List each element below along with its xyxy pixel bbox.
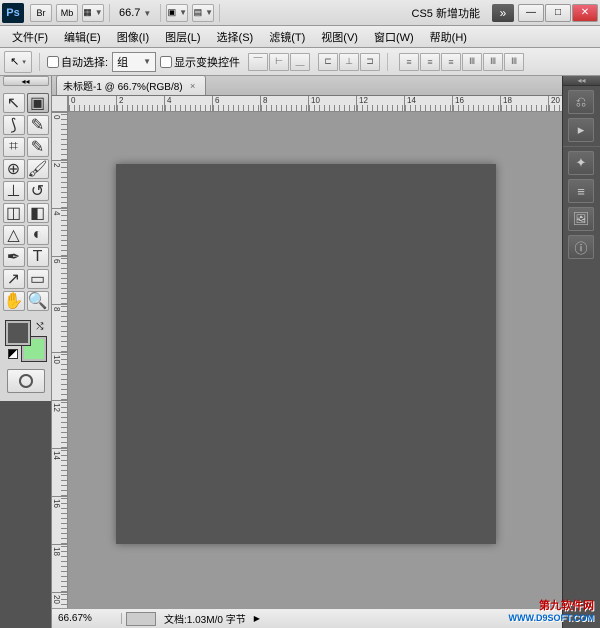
crop-tool[interactable]: ⌗ — [3, 137, 25, 157]
status-bar: 66.67% 文档:1.03M/0 字节 ▶ — [52, 608, 562, 628]
document-area: 未标题-1 @ 66.7%(RGB/8) × 02468101214161820… — [52, 76, 562, 628]
navigator-panel-icon[interactable]: ✦ — [568, 151, 594, 175]
path-select-tool[interactable]: ↗ — [3, 269, 25, 289]
marquee-tool[interactable]: ▣ — [27, 93, 49, 113]
color-panel-icon[interactable]: ⓘ — [568, 235, 594, 259]
document-tab-bar: 未标题-1 @ 66.7%(RGB/8) × — [52, 76, 562, 96]
hscroll-track[interactable] — [126, 612, 156, 626]
pen-tool[interactable]: ✒ — [3, 247, 25, 267]
minibridge-button[interactable]: Mb — [56, 4, 78, 22]
title-bar: Ps Br Mb ▦▼ 66.7▼ ▣▼ ▤▼ CS5 新增功能 » — □ ✕ — [0, 0, 600, 26]
healing-tool[interactable]: ⊕ — [3, 159, 25, 179]
color-swatches: ⤭ — [6, 321, 46, 361]
shape-tool[interactable]: ▭ — [27, 269, 49, 289]
show-transform-checkbox[interactable]: 显示变换控件 — [160, 54, 240, 70]
ruler-origin[interactable] — [52, 96, 68, 112]
canvas-wrap: 0246810121416182022 02468101214161820 66… — [52, 96, 562, 628]
menu-视图[interactable]: 视图(V) — [313, 26, 366, 48]
auto-select-checkbox[interactable]: 自动选择: — [47, 54, 108, 70]
dist-right-button[interactable]: Ⅲ — [504, 53, 524, 71]
actions-panel-icon[interactable]: ▸ — [568, 118, 594, 142]
hand-tool[interactable]: ✋ — [3, 291, 25, 311]
history-brush-tool[interactable]: ↺ — [27, 181, 49, 201]
align-right-button[interactable]: ⊐ — [360, 53, 380, 71]
canvas-viewport[interactable] — [68, 112, 562, 608]
history-panel-icon[interactable]: ⎌ — [568, 90, 594, 114]
align-left-button[interactable]: ⊏ — [318, 53, 338, 71]
document-tab[interactable]: 未标题-1 @ 66.7%(RGB/8) × — [56, 75, 206, 95]
status-menu-icon[interactable]: ▶ — [254, 614, 260, 623]
align-bottom-button[interactable]: ⎽ — [290, 53, 310, 71]
stamp-tool[interactable]: ⊥ — [3, 181, 25, 201]
eyedropper-tool[interactable]: ✎ — [27, 137, 49, 157]
ruler-vertical[interactable]: 02468101214161820 — [52, 112, 68, 608]
watermark: 第九软件网 WWW.D9SOFT.COM — [509, 600, 595, 624]
type-tool[interactable]: T — [27, 247, 49, 267]
toolbox-collapse-button[interactable]: ◂◂ — [3, 76, 49, 86]
status-zoom[interactable]: 66.67% — [52, 613, 122, 624]
menu-图像[interactable]: 图像(I) — [109, 26, 157, 48]
maximize-button[interactable]: □ — [545, 4, 571, 22]
ps-logo-icon: Ps — [2, 3, 24, 23]
close-tab-icon[interactable]: × — [187, 80, 199, 92]
brush-tool[interactable]: 🖌 — [27, 159, 49, 179]
menu-滤镜[interactable]: 滤镜(T) — [261, 26, 313, 48]
dodge-tool[interactable]: ◐ — [27, 225, 49, 245]
canvas[interactable] — [116, 164, 496, 544]
extras-button[interactable]: ▤▼ — [192, 4, 214, 22]
expand-workspace-button[interactable]: » — [492, 4, 514, 22]
tool-panel: ◂◂ ↖▣⟆✎⌗✎⊕🖌⊥↺◫◧△◐✒T↗▭✋🔍 ⤭ — [0, 76, 52, 628]
dist-left-button[interactable]: Ⅲ — [462, 53, 482, 71]
workspace: ◂◂ ↖▣⟆✎⌗✎⊕🖌⊥↺◫◧△◐✒T↗▭✋🔍 ⤭ 未标题-1 @ 66.7%(… — [0, 76, 600, 628]
options-bar: ↖▾ 自动选择: 组▼ 显示变换控件 ⎺ ⊢ ⎽ ⊏ ⊥ ⊐ ≡ ≡ ≡ Ⅲ Ⅲ… — [0, 48, 600, 76]
menu-bar: 文件(F)编辑(E)图像(I)图层(L)选择(S)滤镜(T)视图(V)窗口(W)… — [0, 26, 600, 48]
quick-select-tool[interactable]: ✎ — [27, 115, 49, 135]
align-hcenter-button[interactable]: ⊥ — [339, 53, 359, 71]
menu-图层[interactable]: 图层(L) — [157, 26, 208, 48]
current-tool-icon[interactable]: ↖▾ — [4, 51, 32, 73]
align-vcenter-button[interactable]: ⊢ — [269, 53, 289, 71]
eraser-tool[interactable]: ◫ — [3, 203, 25, 223]
menu-帮助[interactable]: 帮助(H) — [422, 26, 475, 48]
dist-top-button[interactable]: ≡ — [399, 53, 419, 71]
close-button[interactable]: ✕ — [572, 4, 598, 22]
dist-hcenter-button[interactable]: Ⅲ — [483, 53, 503, 71]
quick-mask-button[interactable] — [7, 369, 45, 393]
align-top-button[interactable]: ⎺ — [248, 53, 268, 71]
dist-bottom-button[interactable]: ≡ — [441, 53, 461, 71]
menu-选择[interactable]: 选择(S) — [209, 26, 262, 48]
menu-文件[interactable]: 文件(F) — [4, 26, 56, 48]
gradient-tool[interactable]: ◧ — [27, 203, 49, 223]
menu-编辑[interactable]: 编辑(E) — [56, 26, 109, 48]
default-colors-icon[interactable] — [8, 349, 18, 359]
minimize-button[interactable]: — — [518, 4, 544, 22]
foreground-color-swatch[interactable] — [6, 321, 30, 345]
bridge-button[interactable]: Br — [30, 4, 52, 22]
swap-colors-icon[interactable]: ⤭ — [36, 321, 43, 332]
panel-dock: ◂◂ ⎌ ▸ ✦ ≡ 🖼 ⓘ — [562, 76, 600, 628]
histogram-panel-icon[interactable]: ≡ — [568, 179, 594, 203]
screen-mode-button[interactable]: ▦▼ — [82, 4, 104, 22]
zoom-tool[interactable]: 🔍 — [27, 291, 49, 311]
zoom-level-display[interactable]: 66.7▼ — [113, 7, 157, 19]
dock-expand-button[interactable]: ◂◂ — [563, 76, 600, 86]
workspace-selector[interactable]: CS5 新增功能 — [402, 3, 490, 23]
blur-tool[interactable]: △ — [3, 225, 25, 245]
ruler-horizontal[interactable]: 0246810121416182022 — [68, 96, 562, 112]
menu-窗口[interactable]: 窗口(W) — [366, 26, 422, 48]
auto-select-type-dropdown[interactable]: 组▼ — [112, 52, 156, 72]
arrange-button[interactable]: ▣▼ — [166, 4, 188, 22]
lasso-tool[interactable]: ⟆ — [3, 115, 25, 135]
info-panel-icon[interactable]: 🖼 — [568, 207, 594, 231]
status-doc-info[interactable]: 文档:1.03M/0 字节 — [160, 611, 250, 626]
dist-vcenter-button[interactable]: ≡ — [420, 53, 440, 71]
move-tool[interactable]: ↖ — [3, 93, 25, 113]
